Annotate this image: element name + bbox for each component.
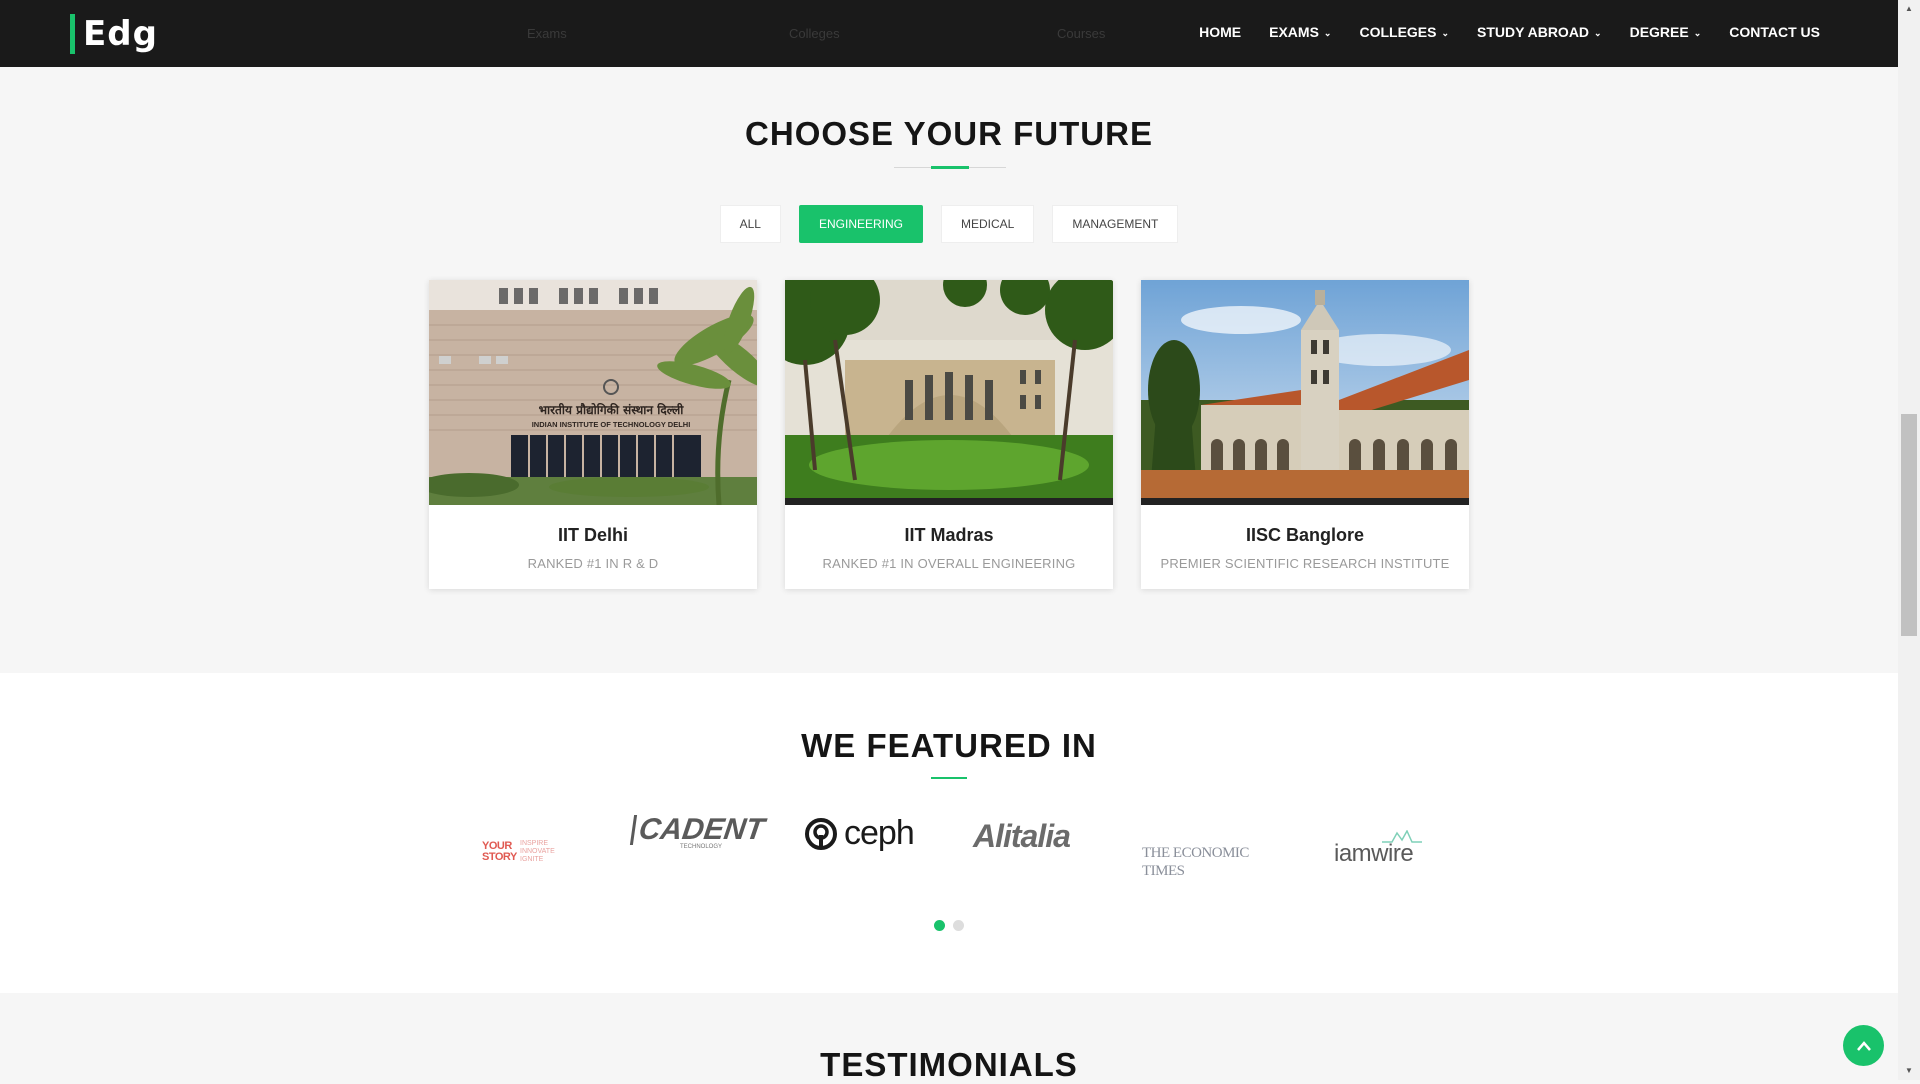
economic-times-logo[interactable]: THE ECONOMIC TIMES (1142, 844, 1292, 880)
testimonials-title: TESTIMONIALS (820, 1046, 1078, 1083)
chevron-down-icon: ⌄ (1323, 27, 1332, 38)
sign-english: INDIAN INSTITUTE OF TECHNOLOGY DELHI (532, 420, 691, 429)
nav-colleges-label: COLLEGES (1359, 24, 1437, 40)
nav-exams[interactable]: EXAMS ⌄ (1269, 24, 1331, 40)
college-subtitle: RANKED #1 IN OVERALL ENGINEERING (822, 556, 1076, 571)
featured-in-title: WE FEATURED IN (801, 727, 1097, 764)
sign-hindi: भारतीय प्रौद्योगिकी संस्थान दिल्ली (539, 403, 685, 417)
chevron-down-icon: ⌄ (1693, 27, 1702, 38)
filter-all[interactable]: ALL (719, 205, 781, 243)
nav-exams-label: EXAMS (1269, 24, 1319, 40)
chevron-up-icon (1856, 1040, 1871, 1051)
carousel-dot-2[interactable] (953, 920, 964, 931)
college-name: IISC Banglore (1245, 525, 1365, 545)
nav-degree[interactable]: DEGREE ⌄ (1630, 24, 1702, 40)
cadent-wordmark: CADENT (629, 813, 766, 846)
scroll-to-top-button[interactable] (1843, 1025, 1884, 1066)
logo-text: Edg (83, 14, 158, 54)
cadent-logo[interactable]: CADENT TECHNOLOGY (629, 813, 766, 850)
iit-delhi-image: भारतीय प्रौद्योगिकी संस्थान दिल्ली INDIA… (429, 280, 757, 505)
college-name: IIT Madras (904, 525, 994, 545)
economic-times-wordmark: THE ECONOMIC TIMES (1142, 845, 1249, 879)
iit-madras-image (785, 280, 1113, 505)
nav-colleges[interactable]: COLLEGES ⌄ (1359, 24, 1449, 40)
iamwire-wordmark: iamwire (1334, 840, 1414, 867)
nav-study-abroad[interactable]: STUDY ABROAD ⌄ (1477, 24, 1602, 40)
chevron-down-icon: ⌄ (1594, 27, 1602, 38)
college-subtitle: RANKED #1 IN R & D (527, 556, 659, 571)
college-subtitle: PREMIER SCIENTIFIC RESEARCH INSTITUTE (1160, 556, 1450, 571)
ceph-mark-icon (805, 817, 837, 850)
carousel-pagination (0, 920, 1898, 931)
college-cards: भारतीय प्रौद्योगिकी संस्थान दिल्ली INDIA… (429, 280, 1469, 589)
scroll-up-arrow-icon[interactable]: ▲ (1898, 0, 1920, 18)
iamwire-pulse-icon (1382, 830, 1422, 843)
logo-accent-bar (70, 14, 75, 54)
ceph-logo[interactable]: ceph (804, 814, 934, 853)
filter-medical[interactable]: MEDICAL (941, 205, 1035, 243)
alitalia-wordmark: Alitalia (973, 818, 1071, 854)
filter-management[interactable]: MANAGEMENT (1052, 205, 1179, 243)
page-scrollbar[interactable]: ▲ ▼ (1898, 0, 1920, 1080)
ghost-label-colleges: Colleges (789, 26, 840, 41)
yourstory-tagline: INSPIRE INNOVATE IGNITE (520, 840, 555, 863)
yourstory-logo[interactable]: YOUR STORY INSPIRE INNOVATE IGNITE (482, 840, 572, 864)
title-divider-accent (931, 166, 969, 169)
college-card-iit-delhi[interactable]: भारतीय प्रौद्योगिकी संस्थान दिल्ली INDIA… (429, 280, 757, 589)
alitalia-logo[interactable]: Alitalia (973, 818, 1103, 855)
iamwire-logo[interactable]: iamwire (1334, 830, 1444, 868)
ghost-label-exams: Exams (527, 26, 567, 41)
iisc-banglore-image (1141, 280, 1469, 505)
main-nav: HOME EXAMS ⌄ COLLEGES ⌄ STUDY ABROAD ⌄ DEGR… (1199, 0, 1820, 64)
scrollbar-thumb[interactable] (1901, 414, 1917, 636)
nav-home-label: HOME (1199, 24, 1242, 40)
college-card-iit-madras[interactable]: IIT Madras RANKED #1 IN OVERALL ENGINEER… (785, 280, 1113, 589)
nav-contact-us[interactable]: CONTACT US (1729, 24, 1820, 40)
college-name: IIT Delhi (557, 525, 628, 545)
featured-title-accent (931, 777, 967, 779)
category-filters: ALL ENGINEERING MEDICAL MANAGEMENT (0, 205, 1898, 243)
filter-engineering[interactable]: ENGINEERING (798, 205, 923, 243)
featured-logo-carousel: YOUR STORY INSPIRE INNOVATE IGNITE CADEN… (470, 810, 1430, 880)
ceph-wordmark: ceph (844, 814, 915, 852)
college-card-iisc-banglore[interactable]: IISC Banglore PREMIER SCIENTIFIC RESEARC… (1141, 280, 1469, 589)
chevron-down-icon: ⌄ (1441, 27, 1450, 38)
nav-degree-label: DEGREE (1629, 24, 1689, 40)
choose-future-title: CHOOSE YOUR FUTURE (745, 115, 1153, 152)
nav-home[interactable]: HOME (1199, 24, 1241, 40)
ghost-label-courses: Courses (1057, 26, 1106, 41)
nav-contact-us-label: CONTACT US (1729, 24, 1820, 40)
carousel-dot-1[interactable] (934, 920, 945, 931)
scroll-down-arrow-icon[interactable]: ▼ (1898, 1062, 1920, 1080)
yourstory-wordmark: YOUR STORY (482, 840, 517, 863)
top-navbar: Edg Exams Colleges Courses HOME EXAMS ⌄ C… (0, 0, 1898, 67)
nav-study-abroad-label: STUDY ABROAD (1477, 24, 1590, 40)
site-logo[interactable]: Edg (70, 13, 158, 55)
